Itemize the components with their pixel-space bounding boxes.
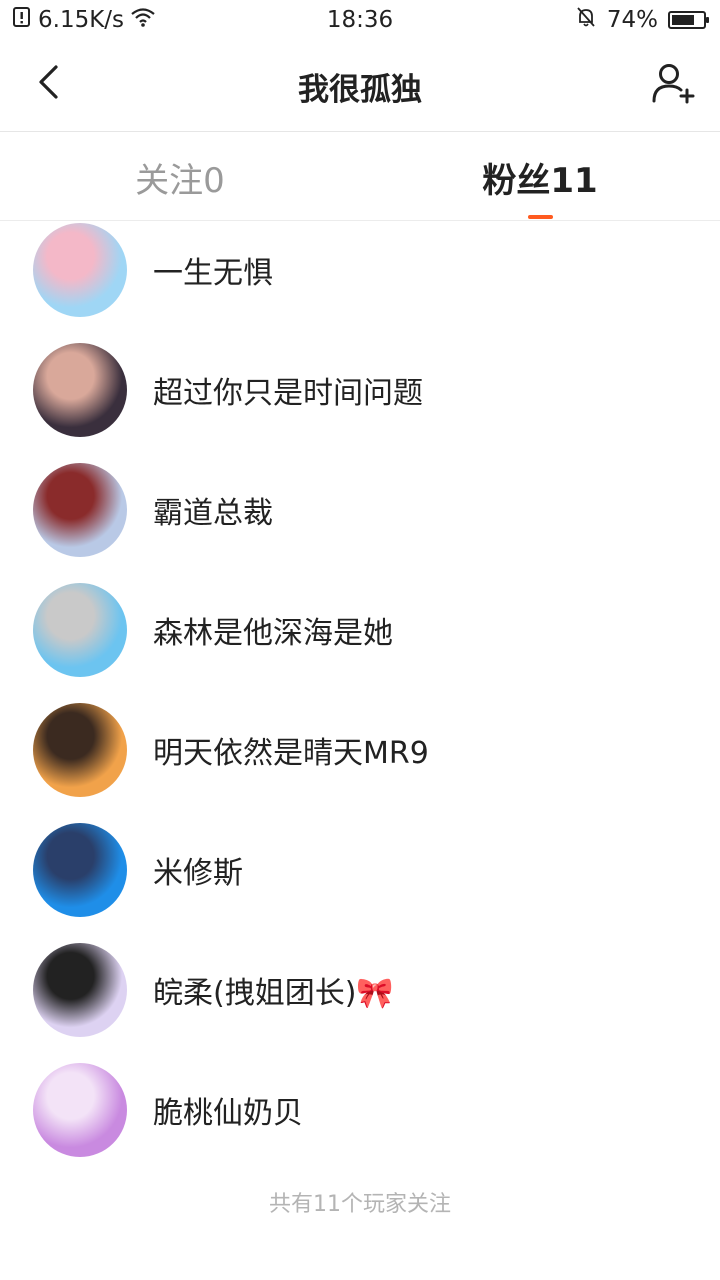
battery-icon (668, 11, 709, 29)
follower-count-footer: 共有11个玩家关注 (269, 1192, 451, 1217)
follower-row[interactable]: 霸道总裁 (0, 450, 720, 570)
status-right: 74% (575, 0, 709, 40)
follower-name: 一生无惧 (153, 256, 273, 291)
tab-fans[interactable]: 粉丝11 (360, 133, 720, 221)
follower-row[interactable]: 皖柔(拽姐团长)🎀 (0, 930, 720, 1050)
tab-following[interactable]: 关注0 (0, 133, 360, 221)
follower-list-content: 一生无惧超过你只是时间问题 霸道总裁森林是他深海是她明天依然是晴天MR9 米修斯皖柔… (0, 222, 720, 1170)
follower-list[interactable]: 一生无惧超过你只是时间问题 霸道总裁森林是他深海是她明天依然是晴天MR9 米修斯皖柔… (0, 222, 720, 1180)
follower-row[interactable]: 明天依然是晴天MR9 (0, 690, 720, 810)
battery-fill (672, 15, 695, 25)
follower-row[interactable]: 森林是他深海是她 (0, 570, 720, 690)
mute-bell-icon (575, 6, 597, 34)
avatar[interactable] (33, 223, 127, 317)
follower-name: 皖柔(拽姐团长)🎀 (153, 976, 394, 1011)
page-title: 我很孤独 (298, 71, 422, 108)
avatar[interactable] (33, 343, 127, 437)
avatar[interactable] (33, 463, 127, 557)
add-user-button[interactable] (648, 60, 698, 110)
follower-row[interactable]: 米修斯 (0, 810, 720, 930)
follower-name: 超过你只是时间问题 (153, 376, 423, 411)
follower-name: 脆桃仙奶贝 (153, 1096, 303, 1131)
avatar[interactable] (33, 1063, 127, 1157)
tab-bar: 关注0 粉丝11 (0, 133, 720, 221)
avatar[interactable] (33, 703, 127, 797)
avatar[interactable] (33, 583, 127, 677)
avatar[interactable] (33, 823, 127, 917)
status-bar: 6.15K/s 18:36 74% (0, 0, 720, 40)
add-user-icon (651, 61, 695, 109)
follower-row[interactable]: 一生无惧 (0, 222, 720, 330)
follower-name: 霸道总裁 (153, 496, 273, 531)
header: 我很孤独 (0, 40, 720, 132)
tab-active-indicator (528, 215, 553, 219)
follower-name: 明天依然是晴天MR9 (153, 736, 429, 771)
battery-percent: 74% (606, 7, 658, 33)
follower-row[interactable]: 脆桃仙奶贝 (0, 1050, 720, 1170)
avatar[interactable] (33, 943, 127, 1037)
follower-name: 森林是他深海是她 (153, 616, 393, 651)
follower-row[interactable]: 超过你只是时间问题 (0, 330, 720, 450)
follower-name: 米修斯 (153, 856, 243, 891)
